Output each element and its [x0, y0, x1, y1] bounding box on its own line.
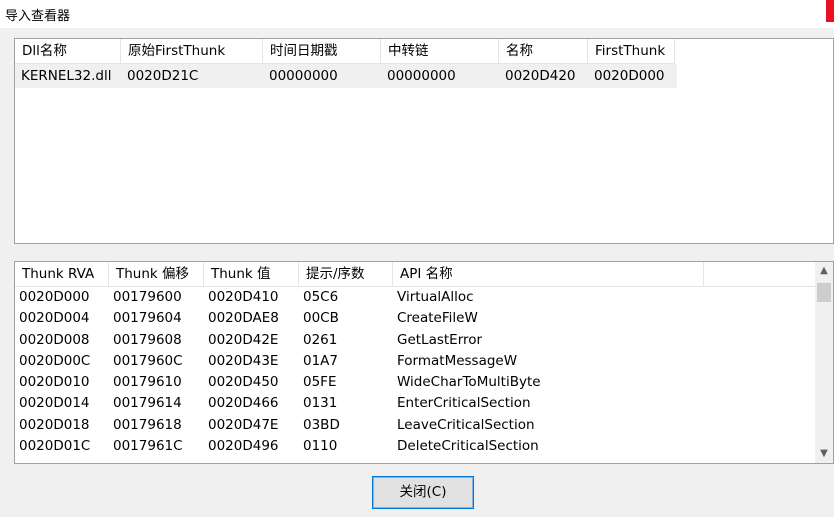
table-row[interactable]: KERNEL32.dll 0020D21C 00000000 00000000 …	[15, 64, 677, 88]
cell-thunk-value: 0020DAE8	[208, 310, 279, 327]
cell-thunk-rva: 0020D01C	[19, 438, 91, 455]
cell-timestamp: 00000000	[269, 68, 338, 84]
header-filler	[704, 262, 815, 287]
window-title: 导入查看器	[5, 9, 71, 24]
table-row[interactable]: 0020D004 00179604 0020DAE8 00CB CreateFileW	[15, 308, 815, 329]
dll-list-header: Dll名称 原始FirstThunk 时间日期戳 中转链 名称 FirstThu…	[15, 39, 675, 64]
column-header-forwarder-chain[interactable]: 中转链	[381, 39, 499, 64]
table-row[interactable]: 0020D014 00179614 0020D466 0131 EnterCritica…	[15, 393, 815, 414]
cell-hint-ordinal: 03BD	[303, 416, 340, 433]
table-row[interactable]: 0020D01C 0017961C 0020D496 0110 DeleteCritic…	[15, 436, 815, 457]
column-header-original-first-thunk[interactable]: 原始FirstThunk	[121, 39, 263, 64]
dll-list[interactable]: Dll名称 原始FirstThunk 时间日期戳 中转链 名称 FirstThu…	[14, 38, 834, 244]
cell-thunk-offset: 00179618	[113, 416, 182, 433]
dll-list-rows: KERNEL32.dll 0020D21C 00000000 00000000 …	[15, 64, 833, 88]
column-header-thunk-value[interactable]: Thunk 值	[204, 262, 299, 287]
cell-api-name: VirtualAlloc	[397, 289, 474, 305]
cell-thunk-value: 0020D43E	[208, 352, 279, 369]
vertical-scrollbar[interactable]: ▲ ▼	[815, 262, 833, 463]
cell-thunk-offset: 00179604	[113, 310, 182, 327]
thunk-list-rows: 0020D000 00179600 0020D410 05C6 VirtualAlloc…	[15, 287, 815, 457]
column-header-hint-ordinal[interactable]: 提示/序数	[299, 262, 393, 287]
cell-thunk-rva: 0020D018	[19, 416, 90, 433]
cell-api-name: GetLastError	[397, 331, 483, 348]
cell-thunk-rva: 0020D014	[19, 395, 90, 412]
column-header-dll-name[interactable]: Dll名称	[15, 39, 121, 64]
cell-api-name: DeleteCriticalSection	[397, 438, 539, 455]
thunk-list[interactable]: Thunk RVA Thunk 偏移 Thunk 值 提示/序数 API 名称 …	[14, 261, 834, 464]
cell-thunk-value: 0020D47E	[208, 416, 279, 433]
scrollbar-thumb[interactable]	[817, 283, 831, 302]
cell-hint-ordinal: 05C6	[303, 289, 339, 305]
column-header-timestamp[interactable]: 时间日期戳	[263, 39, 381, 64]
cell-forwarder-chain: 00000000	[387, 68, 456, 84]
cell-original-first-thunk: 0020D21C	[127, 68, 199, 84]
cell-thunk-offset: 00179608	[113, 331, 182, 348]
scroll-down-arrow-icon[interactable]: ▼	[815, 445, 833, 463]
cell-hint-ordinal: 00CB	[303, 310, 339, 327]
cell-thunk-offset: 00179614	[113, 395, 182, 412]
cell-hint-ordinal: 0261	[303, 331, 338, 348]
cell-hint-ordinal: 01A7	[303, 352, 339, 369]
column-header-name[interactable]: 名称	[499, 39, 588, 64]
cell-thunk-rva: 0020D00C	[19, 352, 91, 369]
column-header-thunk-offset[interactable]: Thunk 偏移	[109, 262, 204, 287]
cell-thunk-offset: 00179610	[113, 374, 182, 391]
column-header-api-name[interactable]: API 名称	[393, 262, 704, 287]
cell-thunk-rva: 0020D008	[19, 331, 90, 348]
cell-api-name: FormatMessageW	[397, 352, 518, 369]
cell-api-name: CreateFileW	[397, 310, 478, 327]
cell-api-name: LeaveCriticalSection	[397, 416, 535, 433]
cell-thunk-value: 0020D42E	[208, 331, 279, 348]
cell-thunk-rva: 0020D010	[19, 374, 90, 391]
cell-thunk-value: 0020D450	[208, 374, 279, 391]
cell-api-name: EnterCriticalSection	[397, 395, 531, 412]
cell-api-name: WideCharToMultiByte	[397, 374, 541, 391]
table-row[interactable]: 0020D008 00179608 0020D42E 0261 GetLastError	[15, 330, 815, 351]
close-window-button[interactable]	[826, 0, 834, 22]
table-row[interactable]: 0020D000 00179600 0020D410 05C6 VirtualAlloc	[15, 287, 815, 308]
cell-hint-ordinal: 0110	[303, 438, 338, 455]
cell-thunk-rva: 0020D000	[19, 289, 90, 305]
column-header-first-thunk[interactable]: FirstThunk	[588, 39, 675, 64]
cell-thunk-rva: 0020D004	[19, 310, 90, 327]
cell-name: 0020D420	[505, 68, 576, 84]
cell-dll-name: KERNEL32.dll	[21, 68, 112, 84]
title-bar: 导入查看器	[0, 0, 834, 28]
column-header-thunk-rva[interactable]: Thunk RVA	[15, 262, 109, 287]
cell-thunk-value: 0020D466	[208, 395, 279, 412]
table-row[interactable]: 0020D010 00179610 0020D450 05FE WideCharToMu…	[15, 372, 815, 393]
cell-first-thunk: 0020D000	[594, 68, 665, 84]
table-row[interactable]: 0020D00C 0017960C 0020D43E 01A7 FormatMessag…	[15, 351, 815, 372]
thunk-list-header: Thunk RVA Thunk 偏移 Thunk 值 提示/序数 API 名称	[15, 262, 815, 287]
cell-thunk-offset: 0017960C	[113, 352, 183, 369]
close-button[interactable]: 关闭(C)	[372, 476, 474, 509]
cell-thunk-value: 0020D410	[208, 289, 279, 305]
cell-hint-ordinal: 05FE	[303, 374, 337, 391]
cell-thunk-offset: 0017961C	[113, 438, 183, 455]
table-row[interactable]: 0020D018 00179618 0020D47E 03BD LeaveCritica…	[15, 415, 815, 436]
cell-hint-ordinal: 0131	[303, 395, 338, 412]
import-viewer-window: 导入查看器 Dll名称 原始FirstThunk 时间日期戳 中转链 名称 Fi…	[0, 0, 834, 517]
scroll-up-arrow-icon[interactable]: ▲	[815, 262, 833, 280]
cell-thunk-offset: 00179600	[113, 289, 182, 305]
cell-thunk-value: 0020D496	[208, 438, 279, 455]
